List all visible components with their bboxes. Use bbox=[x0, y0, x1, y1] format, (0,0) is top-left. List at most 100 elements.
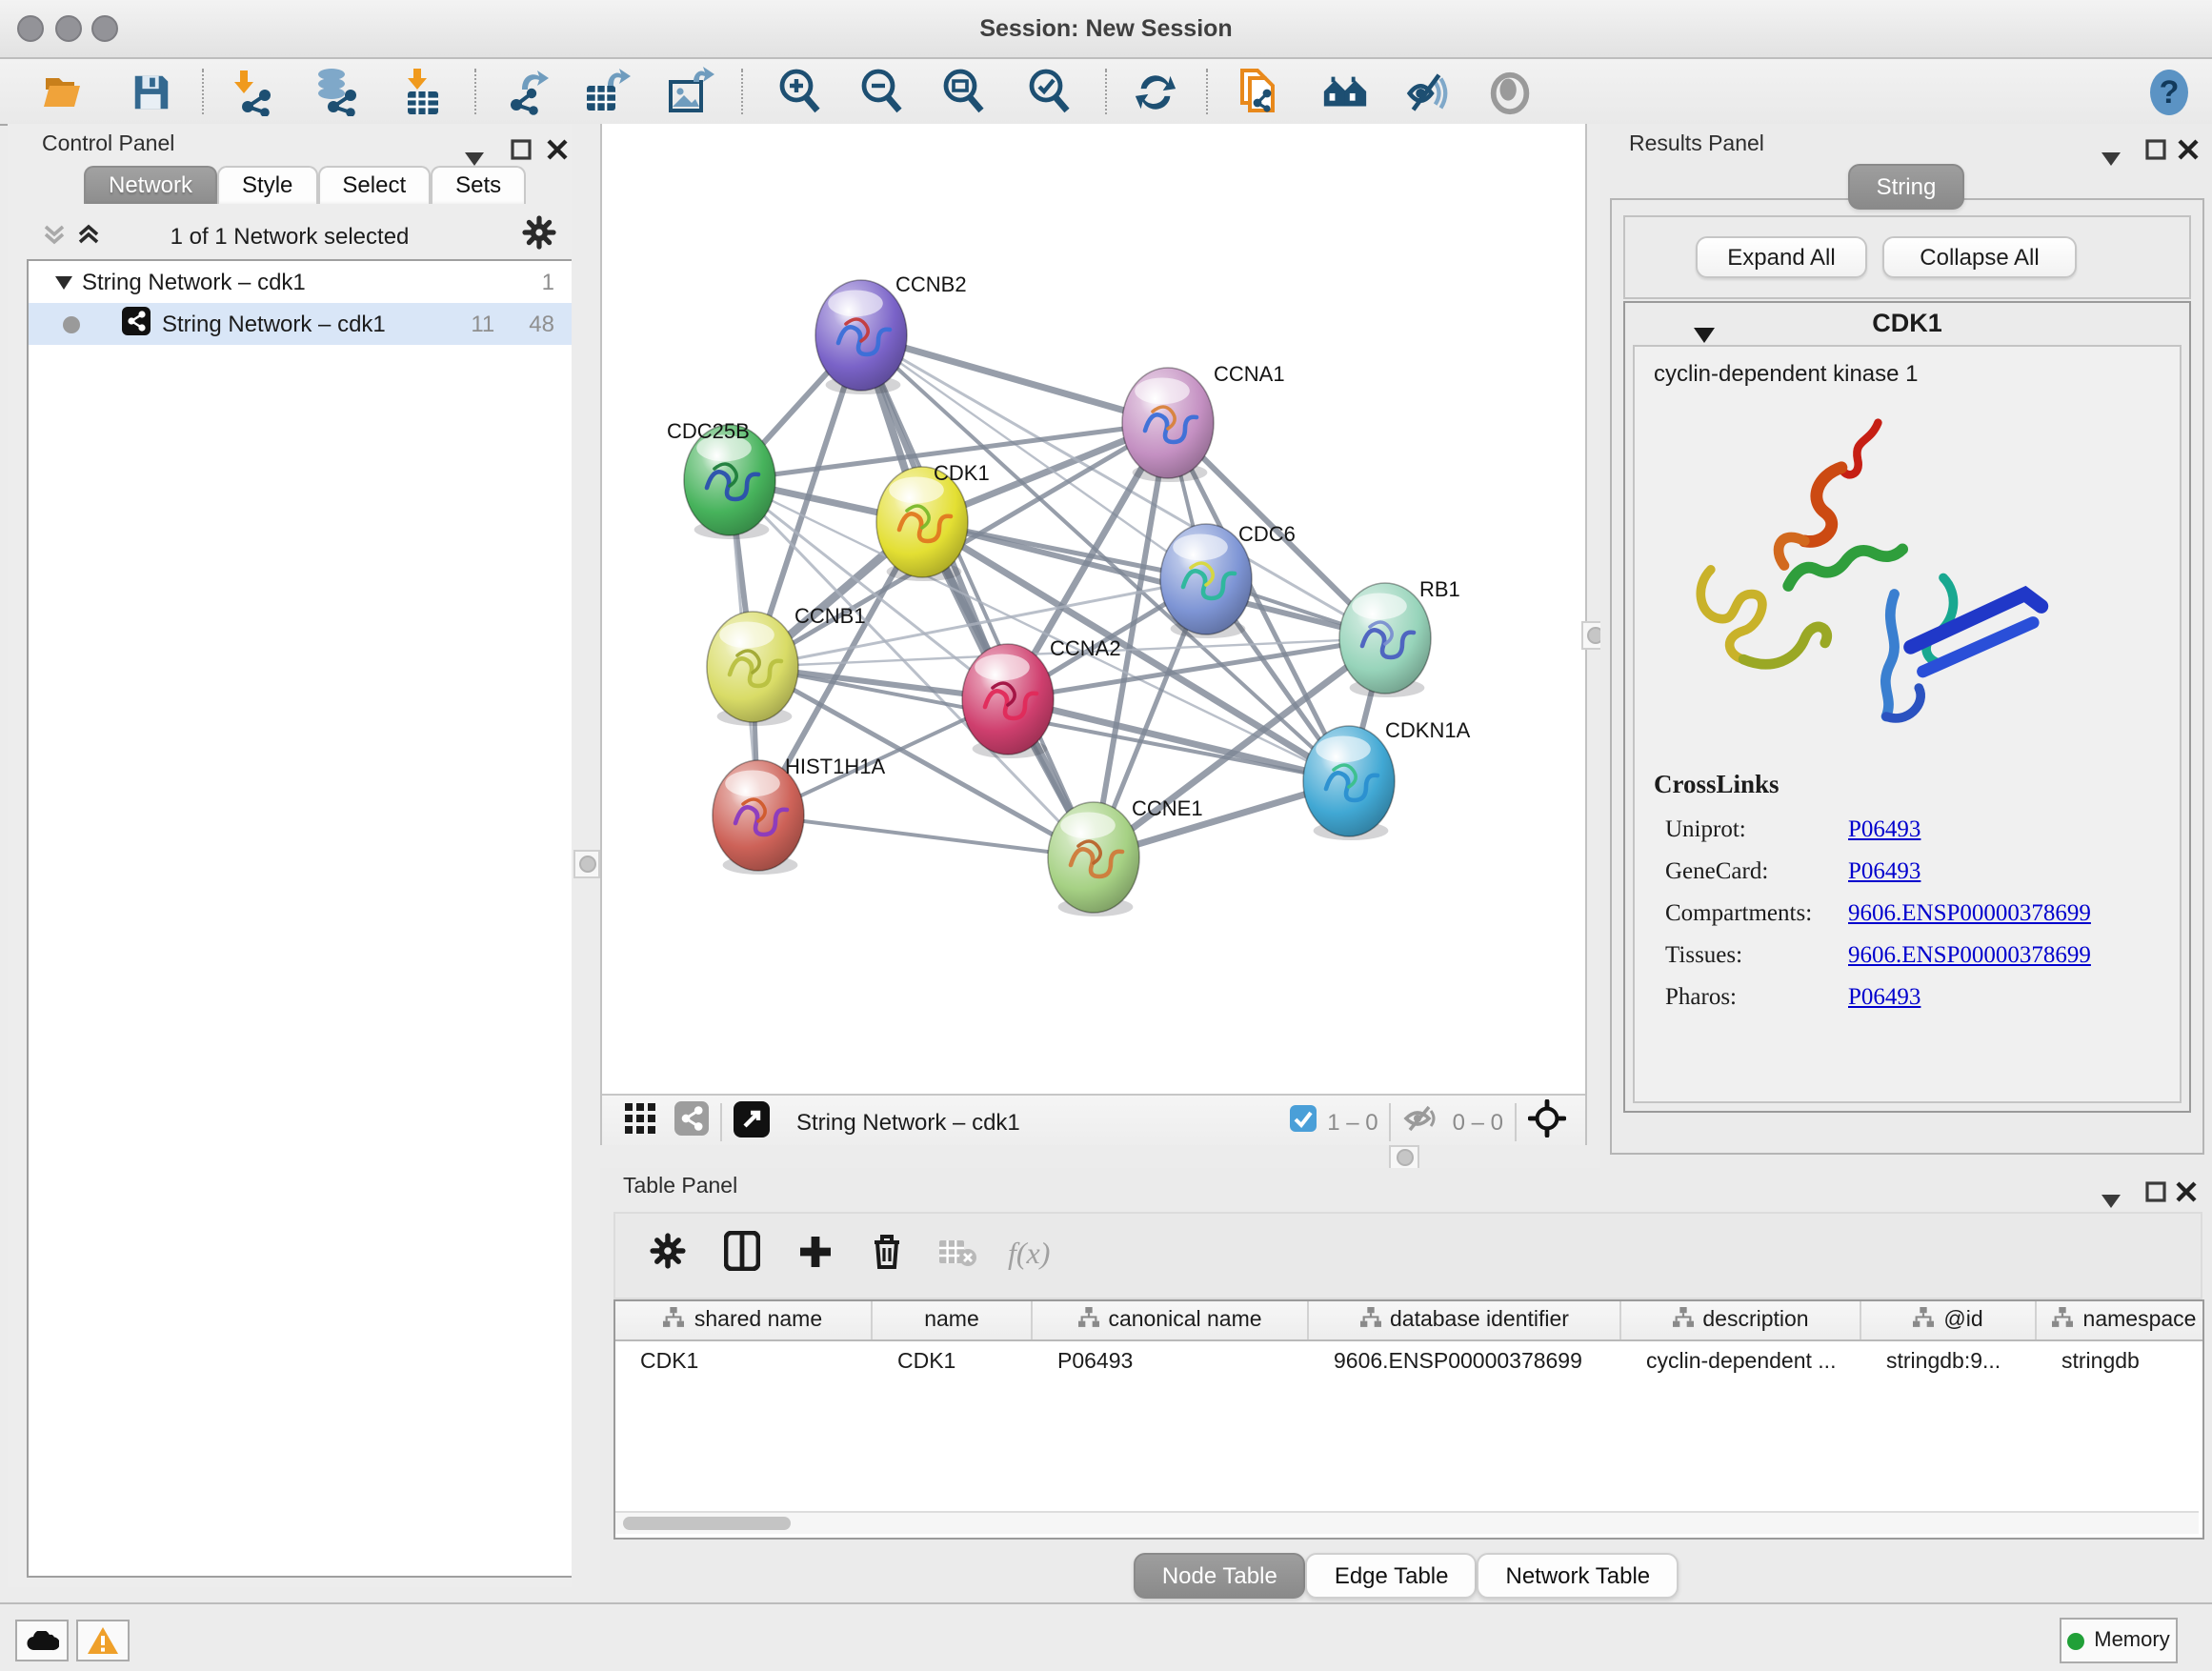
column-header-name[interactable]: name bbox=[873, 1301, 1033, 1339]
hidden-eye-icon[interactable] bbox=[1403, 1103, 1441, 1139]
crosslink-link[interactable]: P06493 bbox=[1848, 982, 1920, 1011]
gene-section: CDK1 cyclin-dependent kinase 1 bbox=[1623, 301, 2191, 1113]
crosslink-link[interactable]: P06493 bbox=[1848, 815, 1920, 843]
table-cell[interactable]: 9606.ENSP00000378699 bbox=[1309, 1351, 1621, 1374]
tab-network[interactable]: Network bbox=[84, 166, 217, 204]
network-node-CCNE1[interactable] bbox=[1048, 802, 1139, 916]
close-window-button[interactable] bbox=[17, 15, 44, 42]
import-file-network-icon[interactable] bbox=[1235, 67, 1284, 116]
network-collection-row[interactable]: String Network – cdk1 1 bbox=[29, 261, 573, 303]
zoom-selected-icon[interactable] bbox=[1025, 67, 1075, 116]
export-image-icon[interactable] bbox=[665, 67, 714, 116]
crosslink-link[interactable]: 9606.ENSP00000378699 bbox=[1848, 898, 2091, 927]
memory-button[interactable]: Memory bbox=[2060, 1618, 2178, 1663]
tab-node-table[interactable]: Node Table bbox=[1134, 1553, 1306, 1599]
help-icon[interactable]: ? bbox=[2143, 67, 2193, 116]
shared-column-icon bbox=[1077, 1307, 1098, 1334]
column-header-database-identifier[interactable]: database identifier bbox=[1309, 1301, 1621, 1339]
float-panel-icon[interactable] bbox=[2145, 1178, 2166, 1212]
control-panel: Control Panel NetworkStyleSelectSets 1 o… bbox=[8, 124, 572, 1587]
column-header-description[interactable]: description bbox=[1621, 1301, 1861, 1339]
close-panel-icon[interactable] bbox=[2176, 1178, 2197, 1212]
minimize-window-button[interactable] bbox=[55, 15, 82, 42]
refresh-icon[interactable] bbox=[1130, 67, 1179, 116]
import-network-icon[interactable] bbox=[232, 67, 282, 116]
network-node-RB1[interactable] bbox=[1339, 583, 1431, 697]
table-header-row: shared namenamecanonical namedatabase id… bbox=[615, 1301, 2202, 1341]
zoom-fit-icon[interactable] bbox=[939, 67, 989, 116]
selected-checkbox[interactable] bbox=[1289, 1105, 1316, 1137]
network-node-CCNA1[interactable] bbox=[1122, 368, 1214, 482]
table-gear-icon[interactable] bbox=[650, 1233, 686, 1278]
delete-column-icon[interactable] bbox=[871, 1232, 903, 1279]
application-window: Session: New Session bbox=[0, 0, 2212, 1671]
import-database-icon[interactable] bbox=[312, 67, 362, 116]
import-table-icon[interactable] bbox=[400, 67, 450, 116]
table-cell[interactable]: CDK1 bbox=[873, 1351, 1033, 1374]
table-cell[interactable]: CDK1 bbox=[615, 1351, 873, 1374]
network-canvas[interactable]: CCNB2CCNA1CDC25BCDK1CDC6RB1CCNB1CCNA2CDK… bbox=[602, 124, 1585, 1094]
right-splitter[interactable] bbox=[1587, 124, 1600, 1168]
export-network-icon[interactable] bbox=[503, 67, 553, 116]
column-header-@id[interactable]: @id bbox=[1861, 1301, 2037, 1339]
network-row-selected[interactable]: String Network – cdk1 11 48 bbox=[29, 303, 573, 345]
table-cell[interactable]: stringdb bbox=[2037, 1351, 2204, 1374]
tab-edge-table[interactable]: Edge Table bbox=[1306, 1553, 1478, 1599]
zoom-out-icon[interactable] bbox=[857, 67, 907, 116]
zoom-in-icon[interactable] bbox=[775, 67, 825, 116]
crosslink-link[interactable]: P06493 bbox=[1848, 856, 1920, 885]
gear-icon[interactable] bbox=[522, 215, 556, 259]
scrollbar-thumb[interactable] bbox=[623, 1517, 791, 1530]
hide-graphics-icon[interactable] bbox=[1402, 67, 1452, 116]
column-header-namespace[interactable]: namespace bbox=[2037, 1301, 2204, 1339]
add-column-icon[interactable] bbox=[798, 1234, 833, 1278]
expand-all-button[interactable]: Expand All bbox=[1696, 236, 1867, 278]
left-splitter[interactable] bbox=[572, 124, 600, 1602]
table-row[interactable]: CDK1CDK1P064939606.ENSP00000378699cyclin… bbox=[615, 1341, 2202, 1383]
network-node-CDKN1A[interactable] bbox=[1303, 726, 1395, 840]
show-graphics-icon[interactable] bbox=[1486, 67, 1536, 116]
table-cell[interactable]: P06493 bbox=[1033, 1351, 1309, 1374]
column-header-canonical-name[interactable]: canonical name bbox=[1033, 1301, 1309, 1339]
home-networks-icon[interactable] bbox=[1320, 67, 1370, 116]
splitter-handle[interactable] bbox=[573, 850, 600, 878]
show-columns-icon[interactable] bbox=[724, 1231, 760, 1280]
export-table-icon[interactable] bbox=[581, 67, 631, 116]
table-cell[interactable]: stringdb:9... bbox=[1861, 1351, 2037, 1374]
crosslink-link[interactable]: 9606.ENSP00000378699 bbox=[1848, 940, 2091, 969]
splitter-handle[interactable] bbox=[1389, 1145, 1419, 1170]
tab-network-table[interactable]: Network Table bbox=[1478, 1553, 1679, 1599]
network-view-mode-icon[interactable] bbox=[674, 1101, 709, 1141]
tab-select[interactable]: Select bbox=[317, 166, 431, 204]
node-label-CCNA1: CCNA1 bbox=[1214, 362, 1285, 386]
grid-view-icon[interactable] bbox=[625, 1103, 655, 1139]
close-panel-icon[interactable] bbox=[547, 135, 568, 170]
table-cell[interactable]: cyclin-dependent ... bbox=[1621, 1351, 1861, 1374]
detach-view-icon[interactable] bbox=[734, 1100, 770, 1142]
birdseye-crosshair-icon[interactable] bbox=[1528, 1099, 1566, 1143]
tab-style[interactable]: Style bbox=[217, 166, 317, 204]
network-view[interactable]: CCNB2CCNA1CDC25BCDK1CDC6RB1CCNB1CCNA2CDK… bbox=[600, 124, 1587, 1145]
column-header-shared-name[interactable]: shared name bbox=[615, 1301, 873, 1339]
save-session-icon[interactable] bbox=[126, 67, 175, 116]
warnings-button[interactable] bbox=[76, 1620, 130, 1661]
collapse-all-button[interactable]: Collapse All bbox=[1882, 236, 2077, 278]
horizontal-scrollbar[interactable] bbox=[615, 1511, 2199, 1534]
network-edge[interactable] bbox=[861, 335, 1094, 857]
node-label-CDKN1A: CDKN1A bbox=[1385, 718, 1471, 742]
tab-sets[interactable]: Sets bbox=[431, 166, 526, 204]
node-table: shared namenamecanonical namedatabase id… bbox=[613, 1299, 2204, 1540]
results-panel-title: Results Panel bbox=[1629, 133, 1764, 156]
network-node-CCNB2[interactable] bbox=[815, 280, 907, 394]
node-label-CCNE1: CCNE1 bbox=[1132, 796, 1203, 820]
tree-expander-icon[interactable] bbox=[55, 269, 82, 295]
open-session-icon[interactable] bbox=[38, 67, 88, 116]
network-edge[interactable] bbox=[758, 815, 1094, 857]
column-header-label: description bbox=[1702, 1309, 1808, 1332]
network-node-CCNB1[interactable] bbox=[707, 612, 798, 726]
tab-string[interactable]: String bbox=[1848, 164, 1965, 210]
cloud-button[interactable] bbox=[15, 1620, 69, 1661]
maximize-window-button[interactable] bbox=[91, 15, 118, 42]
float-panel-icon[interactable] bbox=[511, 135, 532, 170]
crosslinks-title: CrossLinks bbox=[1635, 755, 2180, 808]
